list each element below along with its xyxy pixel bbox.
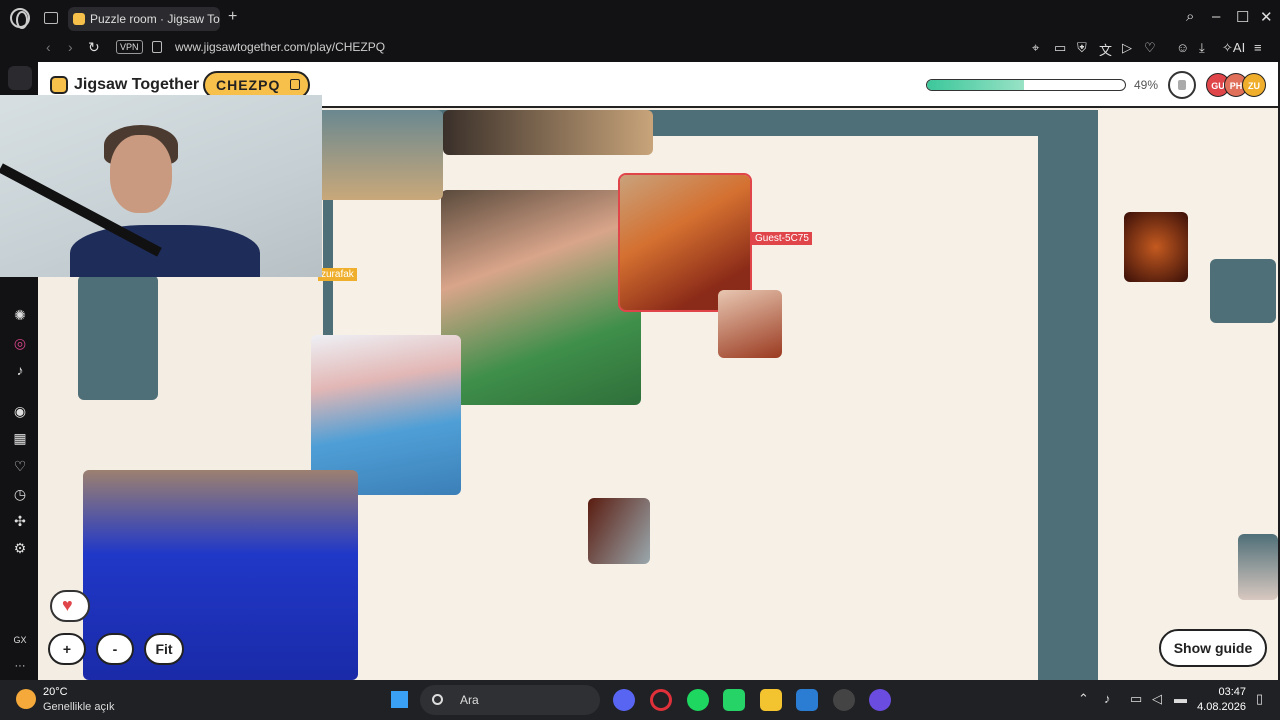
clock-date[interactable]: 4.08.2026: [1166, 701, 1246, 713]
play-icon[interactable]: ▷: [1122, 40, 1132, 56]
microphone-icon[interactable]: ♪: [1104, 691, 1111, 706]
minimize-icon[interactable]: –: [1212, 8, 1220, 25]
tab-puzzle-room[interactable]: Puzzle room · Jigsaw Together: [68, 7, 220, 31]
pin-icon[interactable]: ⌖: [1032, 40, 1039, 56]
url-field[interactable]: www.jigsawtogether.com/play/CHEZPQ: [175, 40, 385, 54]
room-code: CHEZPQ: [216, 77, 281, 93]
close-icon[interactable]: ✕: [1260, 8, 1273, 26]
chatgpt-icon[interactable]: ✺: [12, 307, 28, 323]
opera-logo-icon[interactable]: [10, 8, 30, 29]
search-placeholder: Ara: [460, 693, 479, 707]
sound-toggle-button[interactable]: [1168, 71, 1196, 99]
notification-icon[interactable]: ▯: [1256, 691, 1263, 707]
top-edge-pieces[interactable]: [313, 110, 443, 200]
vpn-badge[interactable]: VPN: [116, 40, 143, 54]
settings-icon[interactable]: ⚙: [12, 540, 28, 556]
spotify-icon[interactable]: [687, 689, 709, 711]
assembled-portrait-green-beard[interactable]: [441, 190, 641, 405]
new-tab-button[interactable]: +: [228, 8, 237, 26]
extensions-icon[interactable]: ✣: [12, 513, 28, 529]
search-icon: [432, 694, 443, 705]
profile-icon[interactable]: ☺: [1176, 40, 1189, 55]
loose-piece-edge[interactable]: [1238, 534, 1278, 600]
menu-icon[interactable]: ≡: [1254, 40, 1262, 55]
progress-bar: [926, 79, 1126, 91]
jigsaw-logo-icon: [50, 76, 68, 94]
store-icon[interactable]: [796, 689, 818, 711]
tab-islands-icon[interactable]: [44, 12, 58, 24]
zurafak-name: zurafak: [321, 269, 354, 280]
webcam-overlay: [0, 95, 322, 277]
search-tabs-icon[interactable]: ⌕: [1186, 8, 1194, 25]
forward-icon[interactable]: ›: [68, 39, 73, 55]
loose-piece-fire[interactable]: [1124, 212, 1188, 282]
gx-button[interactable]: GX: [8, 632, 32, 648]
loose-piece-dark[interactable]: [588, 498, 650, 564]
brand-title[interactable]: Jigsaw Together: [74, 76, 199, 94]
top-hair-pieces[interactable]: [443, 110, 653, 155]
instagram-icon[interactable]: ◎: [12, 335, 28, 351]
progress-fill: [927, 80, 1025, 90]
opera-gx-icon[interactable]: [650, 689, 672, 711]
favicon-icon: [73, 13, 85, 25]
avatar-zu[interactable]: ZU: [1242, 73, 1266, 97]
whatsapp-icon[interactable]: [723, 689, 745, 711]
snapshot-icon[interactable]: ▭: [1054, 40, 1066, 56]
loose-piece-face[interactable]: [718, 290, 782, 358]
loose-piece-teal[interactable]: [1210, 259, 1276, 323]
download-icon[interactable]: ⤓: [1199, 40, 1205, 56]
temperature[interactable]: 20°C: [43, 686, 68, 698]
copy-icon: [290, 79, 300, 90]
sidebar-more-icon[interactable]: ···: [8, 658, 32, 674]
home-icon[interactable]: [8, 66, 32, 90]
zoom-out-button[interactable]: -: [96, 633, 134, 665]
tab-title: Puzzle room · Jigsaw Together: [90, 12, 220, 26]
back-icon[interactable]: ‹: [46, 39, 51, 55]
reload-icon[interactable]: ↻: [88, 39, 100, 56]
lock-icon[interactable]: [152, 41, 162, 53]
start-icon[interactable]: [390, 690, 409, 709]
ai-label: AI: [1232, 40, 1246, 55]
file-explorer-icon[interactable]: [760, 689, 782, 711]
guest-name: Guest-5C75: [755, 233, 809, 244]
network-icon[interactable]: ▭: [1130, 691, 1142, 707]
workspaces-icon[interactable]: ▦: [12, 430, 28, 446]
maximize-icon[interactable]: ☐: [1236, 8, 1249, 26]
clock-time[interactable]: 03:47: [1196, 686, 1246, 698]
player-icon[interactable]: ◉: [12, 403, 28, 419]
heart-button[interactable]: ♥: [50, 590, 90, 622]
weather-moon-icon[interactable]: [16, 689, 36, 709]
obs-icon[interactable]: [833, 689, 855, 711]
volume-icon[interactable]: ◁: [1152, 691, 1162, 707]
discord-icon[interactable]: [613, 689, 635, 711]
history-icon[interactable]: ◷: [12, 486, 28, 502]
webcam-shirt: [70, 225, 260, 277]
taskbar-search[interactable]: Ara: [420, 685, 600, 715]
translate-icon[interactable]: 文: [1099, 40, 1112, 59]
cursor-label-guest: Guest-5C75: [752, 232, 812, 245]
cursor-label-zurafak: zurafak: [318, 268, 357, 281]
weather-description[interactable]: Genellikle açık: [43, 701, 115, 713]
app-icon[interactable]: [869, 689, 891, 711]
edge-piece-left[interactable]: [78, 275, 158, 400]
progress-percent: 49%: [1134, 78, 1159, 92]
windows-taskbar: 20°C Genellikle açık Ara ⌃ ♪ ▭ ◁ ▬ 03:47…: [0, 680, 1280, 720]
webcam-person: [110, 135, 172, 213]
tiktok-icon[interactable]: ♪: [12, 362, 28, 378]
favorites-icon[interactable]: ♡: [12, 458, 28, 474]
heart-icon: ♥: [62, 595, 73, 615]
fit-button[interactable]: Fit: [144, 633, 184, 665]
tab-bar: Puzzle room · Jigsaw Together + ⌕ – ☐ ✕: [0, 0, 1280, 36]
aria-ai-button[interactable]: ✧AI: [1222, 40, 1245, 56]
tray-chevron-icon[interactable]: ⌃: [1078, 691, 1089, 707]
adblock-icon[interactable]: ⛨: [1077, 40, 1087, 56]
show-guide-button[interactable]: Show guide: [1159, 629, 1267, 667]
heart-bookmark-icon[interactable]: ♡: [1144, 40, 1156, 56]
address-bar: ‹ › ↻ VPN www.jigsawtogether.com/play/CH…: [0, 36, 1280, 62]
zoom-in-button[interactable]: +: [48, 633, 86, 665]
